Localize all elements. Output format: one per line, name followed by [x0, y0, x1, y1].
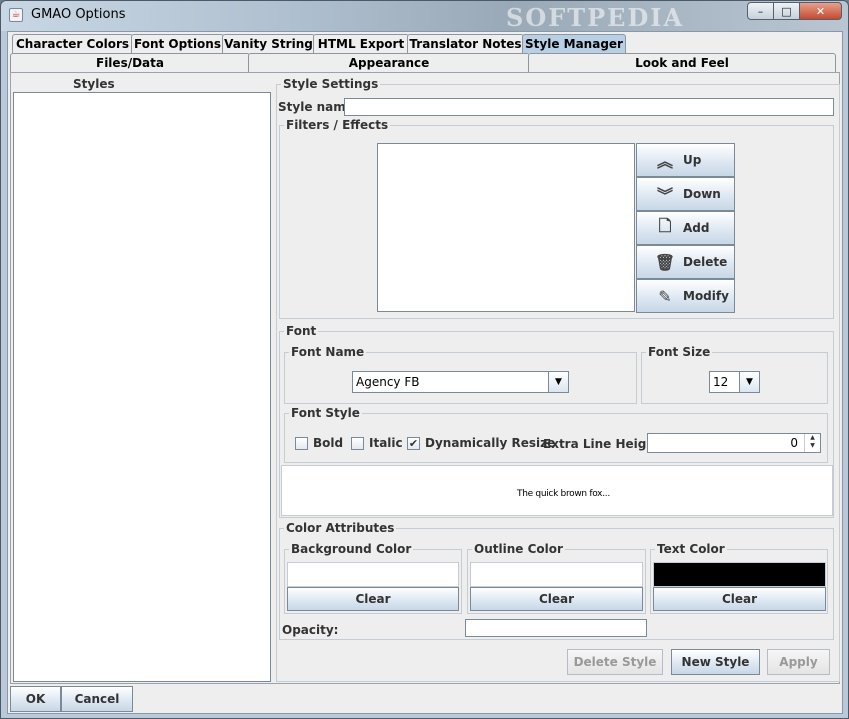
new-style-button[interactable]: New Style — [671, 649, 760, 675]
ok-button[interactable]: OK — [10, 686, 61, 712]
dynamically-resize-label: Dynamically Resize — [425, 436, 556, 450]
chevron-down-icon: ︾ — [656, 186, 673, 205]
font-size-combo[interactable]: 12 ▼ — [709, 371, 760, 393]
bold-checkbox[interactable]: Bold — [295, 436, 343, 450]
font-title: Font — [284, 324, 319, 338]
tab-vanity-string[interactable]: Vanity String — [222, 34, 315, 53]
font-preview: The quick brown fox... — [281, 465, 833, 516]
style-manager-panel: Styles Style Settings Style name: Filter… — [10, 72, 840, 684]
font-size-value: 12 — [713, 375, 729, 389]
window-title: GMAO Options — [31, 7, 126, 22]
extra-line-height-spinner[interactable]: 0 ▲ ▼ — [647, 433, 821, 453]
filters-list[interactable] — [377, 143, 635, 312]
delete-button[interactable]: 🗑 Delete — [636, 245, 735, 279]
tab-appearance[interactable]: Appearance — [248, 53, 530, 72]
style-settings-title: Style Settings — [281, 77, 381, 91]
add-button[interactable]: 🗋 Add — [636, 211, 735, 245]
bold-label: Bold — [313, 436, 344, 450]
up-label: Up — [683, 153, 702, 167]
tab-translator-notes[interactable]: Translator Notes — [407, 34, 524, 53]
preview-text: The quick brown fox... — [517, 489, 610, 499]
font-name-value: Agency FB — [356, 375, 420, 389]
color-attributes-title: Color Attributes — [284, 521, 397, 535]
italic-checkbox[interactable]: Italic — [351, 436, 403, 450]
filters-effects-title: Filters / Effects — [284, 118, 391, 132]
watermark-logo: SOFTPEDIA — [506, 3, 685, 32]
opacity-label: Opacity: — [282, 623, 339, 637]
font-style-title: Font Style — [289, 406, 362, 420]
styles-list[interactable] — [13, 92, 271, 682]
tab-look-and-feel[interactable]: Look and Feel — [528, 53, 836, 72]
modify-label: Modify — [683, 289, 729, 303]
italic-label: Italic — [369, 436, 403, 450]
up-button[interactable]: ︽ Up — [636, 143, 735, 177]
text-color-title: Text Color — [655, 542, 727, 556]
add-label: Add — [683, 221, 710, 235]
minimize-button[interactable]: – — [747, 2, 774, 20]
caption-buttons: – □ ✕ — [747, 2, 842, 20]
tab-html-export[interactable]: HTML Export — [313, 34, 409, 53]
maximize-button[interactable]: □ — [773, 2, 800, 20]
options-window: ☕ GMAO Options SOFTPEDIA – □ ✕ Character… — [0, 0, 849, 719]
close-button[interactable]: ✕ — [799, 2, 842, 20]
java-app-icon: ☕ — [9, 8, 23, 22]
font-name-combo[interactable]: Agency FB ▼ — [352, 371, 569, 393]
down-button[interactable]: ︾ Down — [636, 177, 735, 211]
dropdown-arrow-icon[interactable]: ▼ — [739, 372, 759, 392]
check-mark-icon[interactable]: ✔ — [407, 436, 420, 450]
italic-checkbox-box[interactable] — [351, 436, 364, 450]
background-color-title: Background Color — [289, 542, 414, 556]
dialog-client: Character Colors Font Options Vanity Str… — [7, 31, 843, 714]
trash-icon: 🗑 — [654, 252, 676, 272]
chevron-up-icon: ︽ — [656, 152, 673, 171]
apply-button[interactable]: Apply — [767, 649, 830, 675]
tab-style-manager[interactable]: Style Manager — [522, 34, 626, 53]
font-name-title: Font Name — [289, 345, 367, 359]
cancel-button[interactable]: Cancel — [61, 686, 133, 712]
down-label: Down — [683, 187, 721, 201]
bold-checkbox-box[interactable] — [295, 436, 308, 450]
outline-color-swatch[interactable] — [470, 562, 643, 587]
outline-color-title: Outline Color — [472, 542, 565, 556]
dynamically-resize-checkbox[interactable]: ✔ Dynamically Resize — [407, 436, 555, 450]
spinner-arrows-icon[interactable]: ▲ ▼ — [804, 434, 820, 452]
pencil-icon: ✎ — [658, 286, 672, 306]
modify-button[interactable]: ✎ Modify — [636, 279, 735, 313]
clear-text-color-button[interactable]: Clear — [653, 587, 826, 611]
tab-files-data[interactable]: Files/Data — [10, 53, 250, 72]
title-bar[interactable]: ☕ GMAO Options SOFTPEDIA – □ ✕ — [1, 1, 848, 32]
styles-title: Styles — [73, 77, 115, 91]
clear-background-button[interactable]: Clear — [287, 587, 459, 611]
tab-character-colors[interactable]: Character Colors — [12, 34, 133, 53]
clear-outline-button[interactable]: Clear — [470, 587, 643, 611]
add-document-icon: 🗋 — [658, 215, 672, 235]
extra-line-height-value: 0 — [790, 436, 798, 450]
dropdown-arrow-icon[interactable]: ▼ — [548, 372, 568, 392]
font-size-title: Font Size — [646, 345, 713, 359]
delete-label: Delete — [683, 255, 728, 269]
delete-style-button[interactable]: Delete Style — [567, 649, 663, 675]
tab-font-options[interactable]: Font Options — [131, 34, 224, 53]
background-color-swatch[interactable] — [287, 562, 459, 587]
opacity-input[interactable] — [465, 619, 647, 637]
style-name-input[interactable] — [344, 98, 834, 116]
text-color-swatch[interactable] — [653, 562, 826, 587]
